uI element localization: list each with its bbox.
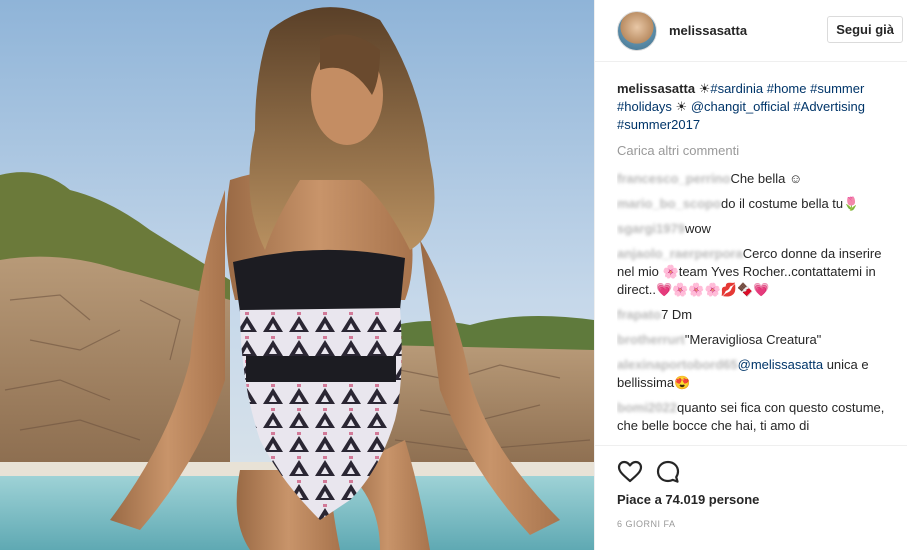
actions-bar: Piace a 74.019 persone 6 GIORNI FA: [595, 445, 907, 550]
load-more-comments-link[interactable]: Carica altri commenti: [617, 142, 889, 160]
comment-text: wow: [685, 221, 711, 236]
hashtag-link[interactable]: #home: [767, 81, 807, 96]
comment-username[interactable]: bomi2022: [617, 400, 677, 415]
comment-username[interactable]: frapato: [617, 307, 661, 322]
hashtag-link[interactable]: #summer: [810, 81, 864, 96]
likes-count[interactable]: Piace a 74.019 persone: [617, 492, 759, 507]
text-segment: Che bella ☺: [730, 171, 803, 186]
post-photo[interactable]: [0, 0, 594, 550]
instagram-post: melissasatta Segui già melissasatta ☀#sa…: [0, 0, 907, 550]
comment-username[interactable]: francesco_perrino: [617, 171, 730, 186]
hashtag-link[interactable]: #holidays: [617, 99, 672, 114]
comment-item: sgargi1979wow: [617, 220, 889, 238]
heart-outline-icon[interactable]: [617, 459, 643, 485]
comment-username[interactable]: brotherrurt: [617, 332, 685, 347]
comment-username[interactable]: mario_bo_scopo: [617, 196, 721, 211]
comment-item: bomi2022quanto sei fica con questo costu…: [617, 399, 889, 435]
text-segment: 7 Dm: [661, 307, 693, 322]
comment-item: brotherrurt"Meravigliosa Creatura": [617, 331, 889, 349]
header-username[interactable]: melissasatta: [669, 23, 747, 38]
speech-bubble-icon[interactable]: [655, 459, 681, 485]
comment-text: 7 Dm: [661, 307, 692, 322]
comment-text: do il costume bella tu🌷: [721, 196, 859, 211]
hashtag-link[interactable]: #Advertising: [793, 99, 865, 114]
text-segment: "Meravigliosa Creatura": [684, 332, 822, 347]
hashtag-link[interactable]: @melissasatta: [738, 357, 823, 372]
text-segment: ☀: [698, 81, 711, 96]
caption-username[interactable]: melissasatta: [617, 81, 695, 96]
comment-item: anjaolo_raerperporaCerco donne da inseri…: [617, 245, 889, 299]
comment-item: francesco_perrinoChe bella ☺: [617, 170, 889, 188]
hashtag-link[interactable]: @changit_official: [691, 99, 790, 114]
text-segment: do il costume bella tu🌷: [721, 196, 860, 211]
comment-username[interactable]: anjaolo_raerperpora: [617, 246, 743, 261]
comment-item: frapato7 Dm: [617, 306, 889, 324]
comment-username[interactable]: sgargi1979: [617, 221, 685, 236]
comment-item: mario_bo_scopodo il costume bella tu🌷: [617, 195, 889, 213]
comment-text: Che bella ☺: [730, 171, 802, 186]
post-header: melissasatta Segui già: [595, 0, 907, 62]
comment-list: francesco_perrinoChe bella ☺ mario_bo_sco…: [617, 170, 889, 435]
post-side-panel: melissasatta Segui già melissasatta ☀#sa…: [594, 0, 907, 550]
comments-section: melissasatta ☀#sardinia #home #summer #h…: [617, 80, 889, 445]
comment-item: alexinaportobord65@melissasatta unica e …: [617, 356, 889, 392]
comment-text: "Meravigliosa Creatura": [685, 332, 821, 347]
post-caption: melissasatta ☀#sardinia #home #summer #h…: [617, 80, 889, 134]
photo-illustration: [0, 0, 594, 550]
text-segment: ☀: [671, 99, 691, 114]
avatar[interactable]: [617, 10, 657, 51]
text-segment: wow: [684, 221, 711, 236]
hashtag-link[interactable]: #sardinia: [710, 81, 763, 96]
post-timestamp[interactable]: 6 GIORNI FA: [617, 519, 676, 529]
hashtag-link[interactable]: #summer2017: [617, 117, 700, 132]
follow-button[interactable]: Segui già: [827, 16, 903, 43]
comment-username[interactable]: alexinaportobord65: [617, 357, 738, 372]
